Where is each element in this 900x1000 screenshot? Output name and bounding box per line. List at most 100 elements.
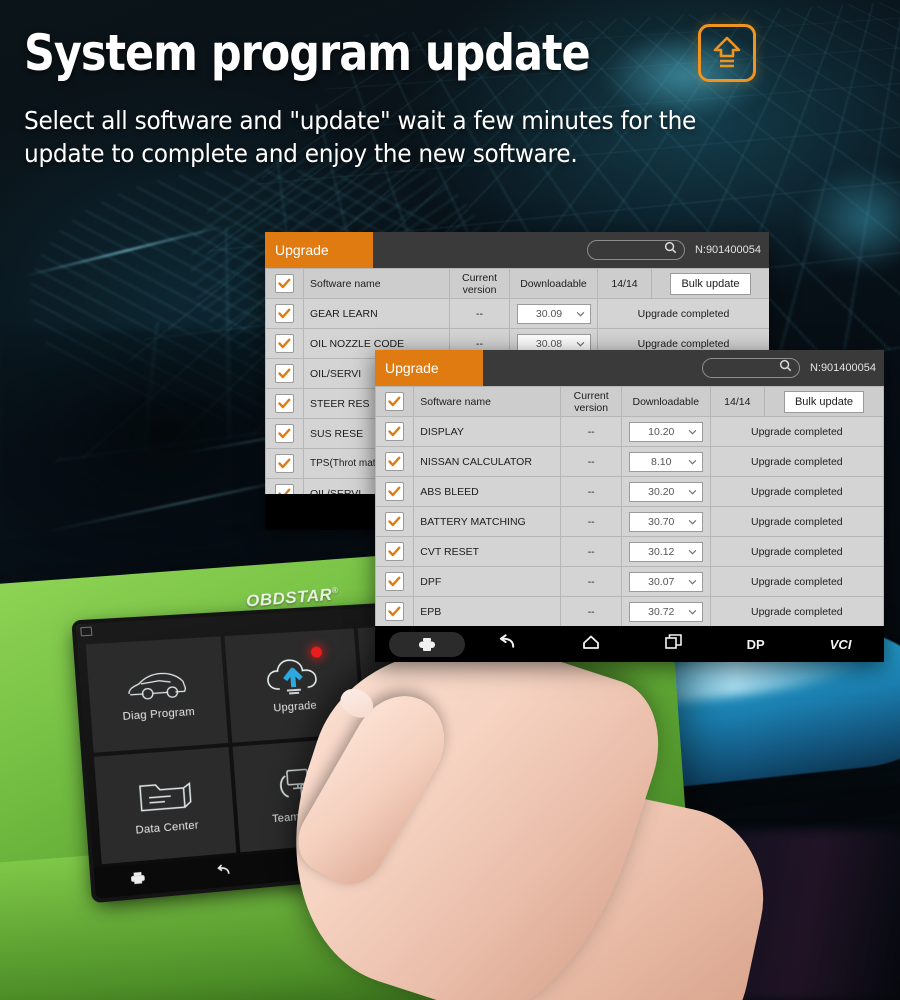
row-checkbox[interactable] [385,452,405,471]
chevron-down-icon [576,338,585,350]
search-icon [779,359,792,377]
col-software-name: Software name [413,386,562,417]
col-count: 14/14 [709,386,766,417]
table-row: DPF -- 30.07 Upgrade completed [375,566,884,597]
recents-icon[interactable] [664,634,682,654]
chevron-down-icon [688,516,697,528]
row-checkbox[interactable] [275,394,294,413]
row-current-version: -- [560,476,622,507]
bulk-update-button[interactable]: Bulk update [783,390,865,413]
select-all-cell[interactable] [265,268,304,299]
row-checkbox[interactable] [385,572,405,591]
row-checkbox[interactable] [275,334,294,353]
panel-top-bar: Upgrade N:901400054 [375,350,884,386]
select-all-checkbox[interactable] [275,274,294,293]
row-status: Upgrade completed [709,566,884,597]
bulk-update-button[interactable]: Bulk update [670,272,751,295]
row-current-version: -- [449,298,510,329]
version-select[interactable]: 8.10 [628,451,703,472]
row-current-version: -- [560,536,622,567]
chevron-down-icon [688,606,697,618]
row-checkbox[interactable] [385,482,405,501]
row-status: Upgrade completed [709,416,884,447]
row-checkbox[interactable] [385,542,405,561]
search-input[interactable] [586,240,685,260]
row-checkbox[interactable] [275,424,294,443]
row-status: Upgrade completed [709,506,884,537]
version-select[interactable]: 30.07 [628,571,703,592]
hero-title-row: System program update [24,24,756,82]
panel-top-bar-right: N:901400054 [586,232,761,268]
panel-top-bar-right: N:901400054 [701,350,876,386]
version-value: 8.10 [651,455,672,468]
version-select[interactable]: 30.72 [628,601,703,622]
cloud-upload-icon [263,655,323,697]
page-title: System program update [24,24,591,82]
print-icon[interactable] [130,871,147,889]
row-status: Upgrade completed [709,446,884,477]
upgrade-tab[interactable]: Upgrade [375,350,483,386]
row-version-cell: 30.70 [620,506,711,537]
row-checkbox[interactable] [385,512,405,531]
background-glow [800,165,900,275]
chevron-down-icon [688,426,697,438]
vci-button[interactable]: VCI [830,637,852,652]
search-input[interactable] [701,358,800,378]
search-icon [664,241,677,259]
table-row: ABS BLEED -- 30.20 Upgrade completed [375,476,884,507]
home-icon[interactable] [582,634,600,655]
table-row: NISSAN CALCULATOR -- 8.10 Upgrade comple… [375,446,884,477]
version-select[interactable]: 30.12 [628,541,703,562]
version-select[interactable]: 10.20 [628,421,703,442]
tile-diag-program[interactable]: Diag Program [85,636,228,753]
table-row: GEAR LEARN -- 30.09 Upgrade completed [265,298,769,329]
tile-data-center[interactable]: Data Center [93,746,236,865]
row-checkbox[interactable] [275,454,294,473]
table-row: DISPLAY -- 10.20 Upgrade completed [375,416,884,447]
select-all-checkbox[interactable] [385,392,405,411]
row-checkbox[interactable] [385,422,405,441]
back-icon[interactable] [498,633,517,655]
version-select[interactable]: 30.20 [628,481,703,502]
version-value: 30.70 [648,515,675,528]
col-current-version: Current version [560,386,622,417]
row-software-name: DPF [413,566,562,597]
upgrade-tab[interactable]: Upgrade [265,232,373,268]
table-row: BATTERY MATCHING -- 30.70 Upgrade comple… [375,506,884,537]
dp-button[interactable]: DP [747,637,765,652]
version-select[interactable]: 30.09 [516,303,591,324]
version-select[interactable]: 30.70 [628,511,703,532]
upgrade-panel-front: Upgrade N:901400054 Software name Curren… [375,350,884,662]
row-version-cell: 30.72 [620,596,711,627]
row-current-version: -- [560,596,622,627]
col-current-version: Current version [449,268,510,299]
row-checkbox[interactable] [275,364,294,383]
table-header-row: Software name Current version Downloadab… [375,386,884,417]
row-software-name: GEAR LEARN [303,298,450,329]
row-software-name: ABS BLEED [413,476,562,507]
version-value: 30.08 [535,337,563,350]
print-icon[interactable] [389,631,465,657]
tile-label: Diag Program [122,705,196,723]
row-version-cell: 8.10 [620,446,711,477]
row-checkbox[interactable] [275,304,294,323]
panel-nav-bar: DP VCI [375,626,884,662]
version-value: 30.72 [648,605,675,618]
chevron-down-icon [688,546,697,558]
select-all-cell[interactable] [375,386,415,417]
chevron-down-icon [688,576,697,588]
row-status: Upgrade completed [709,476,884,507]
notification-badge-icon [310,646,323,658]
row-software-name: CVT RESET [413,536,562,567]
row-checkbox[interactable] [385,602,405,621]
row-software-name: DISPLAY [413,416,562,447]
folder-icon [134,773,195,818]
table-header-row: Software name Current version Downloadab… [265,268,769,299]
row-version-cell: 30.09 [509,298,598,329]
version-value: 10.20 [648,425,675,438]
back-icon[interactable] [216,863,232,880]
row-status: Upgrade completed [709,536,884,567]
upgrade-table-body: Software name Current version Downloadab… [375,386,884,627]
car-icon [123,665,189,704]
row-version-cell: 30.20 [620,476,711,507]
